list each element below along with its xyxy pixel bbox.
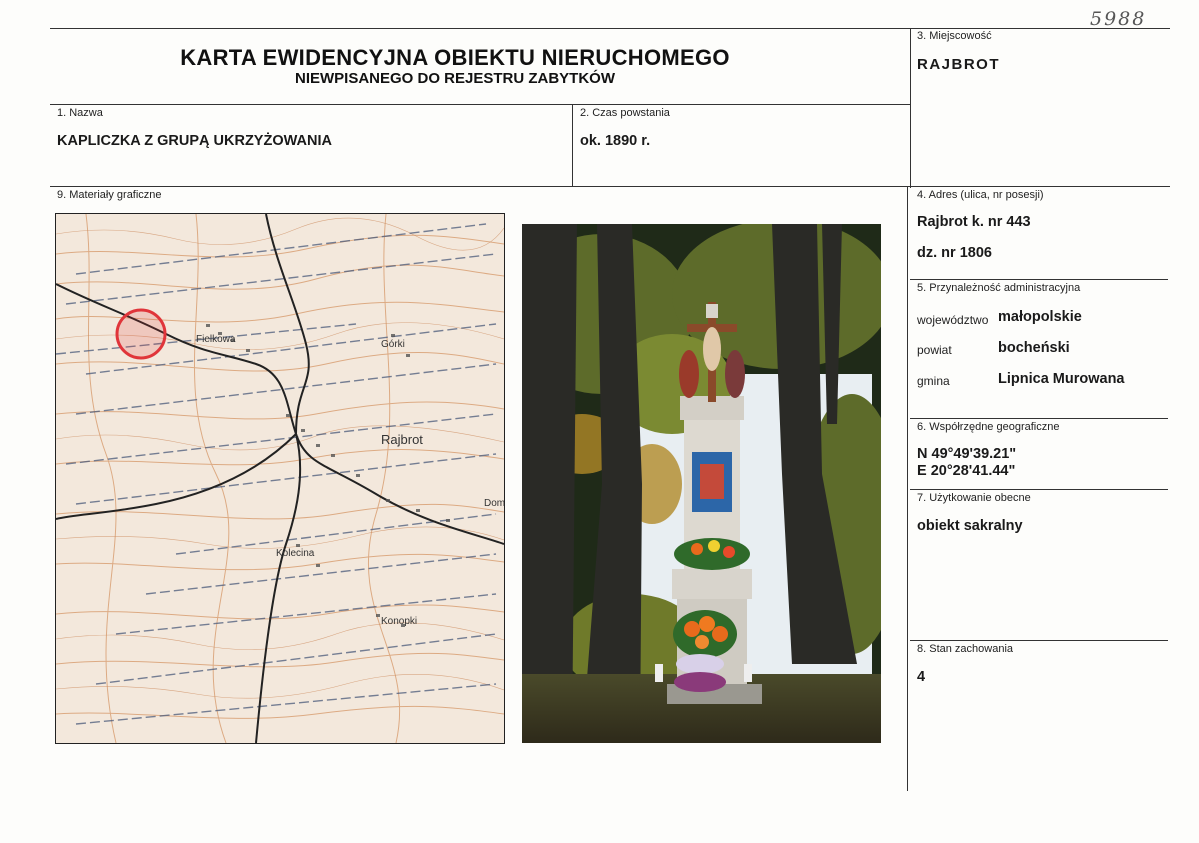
section-rule-coords xyxy=(910,418,1168,419)
handwritten-inventory-number: 5988 xyxy=(1090,8,1147,30)
commune-label: gmina xyxy=(917,374,950,388)
map-label-dom: Dom xyxy=(484,498,504,509)
county-value: bocheński xyxy=(998,340,1070,356)
section-rule-graphics xyxy=(50,186,1170,187)
condition-label: 8. Stan zachowania xyxy=(917,643,1014,655)
condition-value: 4 xyxy=(917,669,926,685)
place-value: RAJBROT xyxy=(917,56,1001,73)
name-time-divider xyxy=(572,104,573,186)
commune-value: Lipnica Murowana xyxy=(998,371,1125,387)
time-value: ok. 1890 r. xyxy=(580,133,651,149)
address-line2: dz. nr 1806 xyxy=(917,245,992,261)
right-column-divider xyxy=(910,28,911,188)
county-label: powiat xyxy=(917,343,952,357)
header-bottom-rule xyxy=(50,104,910,105)
document-subtitle: NIEWPISANEGO DO REJESTRU ZABYTKÓW xyxy=(294,70,616,87)
address-line1: Rajbrot k. nr 443 xyxy=(917,214,1031,230)
map-label-konopki: Konopki xyxy=(381,616,417,627)
document-title: KARTA EWIDENCYJNA OBIEKTU NIERUCHOMEGO xyxy=(180,45,730,70)
topographic-map: Fielkowa Górki Rajbrot Kolecina Konopki … xyxy=(55,213,505,744)
name-value: KAPLICZKA Z GRUPĄ UKRZYŻOWANIA xyxy=(57,133,332,149)
section-rule-admin xyxy=(910,279,1168,280)
usage-value: obiekt sakralny xyxy=(917,518,1023,534)
latitude-value: N 49°49'39.21" xyxy=(917,446,1017,462)
graphics-label: 9. Materiały graficzne xyxy=(57,189,162,201)
place-label: 3. Miejscowość xyxy=(917,30,992,42)
voivodeship-value: małopolskie xyxy=(998,309,1082,325)
map-label-kolecina: Kolecina xyxy=(276,548,315,559)
voivodeship-label: województwo xyxy=(917,313,989,327)
admin-label: 5. Przynależność administracyjna xyxy=(917,282,1081,294)
section-rule-condition xyxy=(910,640,1168,641)
time-label: 2. Czas powstania xyxy=(580,107,670,119)
address-label: 4. Adres (ulica, nr posesji) xyxy=(917,189,1044,201)
coords-label: 6. Współrzędne geograficzne xyxy=(917,421,1060,433)
right-column-divider-lower xyxy=(907,186,908,791)
longitude-value: E 20°28'41.44" xyxy=(917,463,1016,479)
shrine-photograph xyxy=(522,224,881,743)
map-label-fielkowa: Fielkowa xyxy=(196,334,236,345)
map-label-rajbrot: Rajbrot xyxy=(381,432,423,447)
top-rule xyxy=(50,28,1170,29)
name-label: 1. Nazwa xyxy=(57,107,103,119)
location-marker xyxy=(115,308,167,360)
usage-label: 7. Użytkowanie obecne xyxy=(917,492,1031,504)
section-rule-usage xyxy=(910,489,1168,490)
map-label-gorki: Górki xyxy=(381,339,405,350)
